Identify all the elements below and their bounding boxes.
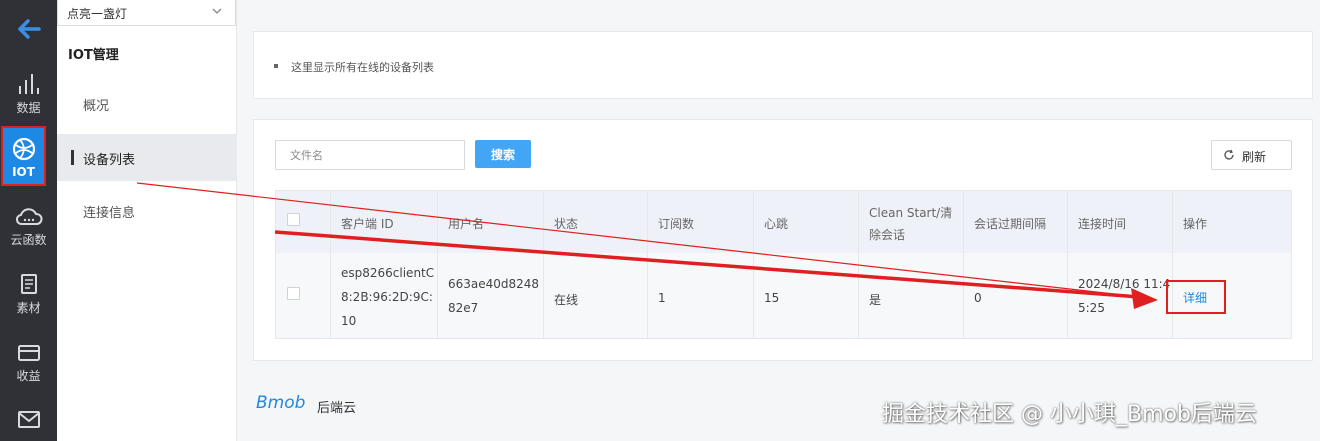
- heartbeat-value: 15: [764, 291, 780, 305]
- client-id-line: 10: [341, 314, 357, 328]
- username-line: 663ae40d8248: [448, 277, 540, 291]
- bmob-logo-subtitle: 后端云: [317, 401, 357, 416]
- header-label-line: 除会话: [869, 228, 906, 242]
- cloud-icon: [15, 208, 43, 225]
- device-table: 客户端 ID 用户名 状态 订阅数 心跳 Clean Start/清 除会话 会话…: [275, 190, 1292, 339]
- rail-item-revenue[interactable]: 收益: [0, 342, 57, 388]
- row-checkbox[interactable]: [287, 287, 300, 300]
- table-row: esp8266clientC 8:2B:96:2D:9C: 10 663ae40d8…: [276, 253, 1291, 338]
- username-value: 663ae40d8248 82e7: [448, 272, 539, 320]
- cell-connect-time: 2024/8/16 11:4 5:25: [1067, 253, 1172, 338]
- connect-time-line: 5:25: [1078, 301, 1105, 315]
- header-label: 操作: [1183, 217, 1208, 231]
- app-selector[interactable]: 点亮一盏灯: [57, 0, 236, 26]
- refresh-button[interactable]: 刷新: [1211, 140, 1292, 170]
- rail-item-data[interactable]: 数据: [0, 72, 57, 118]
- header-label-line: Clean Start/清: [869, 206, 953, 220]
- header-label: 用户名: [448, 217, 485, 231]
- header-label: 会话过期间隔: [974, 217, 1047, 231]
- cell-heartbeat: 15: [753, 253, 858, 338]
- card-icon: [17, 345, 40, 361]
- session-expiry-value: 0: [974, 291, 982, 305]
- notice-text: 这里显示所有在线的设备列表: [291, 61, 434, 74]
- cell-username: 663ae40d8248 82e7: [437, 253, 543, 338]
- header-label: 订阅数: [658, 217, 695, 231]
- subnav-item-connection-info[interactable]: 连接信息: [57, 187, 237, 234]
- header-actions: 操作: [1172, 191, 1291, 253]
- header-select-cell: [276, 191, 330, 253]
- subnav-item-label: 连接信息: [83, 206, 136, 221]
- rail-item-mail[interactable]: [0, 410, 57, 436]
- rail-item-label: IOT: [12, 165, 35, 179]
- status-value: 在线: [554, 293, 579, 307]
- search-input[interactable]: [275, 140, 465, 170]
- mail-icon: [17, 411, 40, 428]
- client-id-line: 8:2B:96:2D:9C:: [341, 290, 433, 304]
- header-clean-start: Clean Start/清 除会话: [858, 191, 963, 253]
- header-label: 客户端 ID: [341, 217, 394, 231]
- chevron-down-icon: [212, 8, 222, 14]
- connect-time-line: 2024/8/16 11:4: [1078, 277, 1171, 291]
- client-id-value: esp8266clientC 8:2B:96:2D:9C: 10: [341, 261, 434, 333]
- rail-item-iot[interactable]: IOT: [1, 126, 46, 186]
- cell-client-id: esp8266clientC 8:2B:96:2D:9C: 10: [330, 253, 437, 338]
- subnav-item-label: 设备列表: [83, 153, 136, 168]
- rail-item-materials[interactable]: 素材: [0, 272, 57, 318]
- header-heartbeat: 心跳: [753, 191, 858, 253]
- cell-session-expiry: 0: [963, 253, 1067, 338]
- notice-box: 这里显示所有在线的设备列表: [253, 31, 1313, 99]
- cell-status: 在线: [543, 253, 647, 338]
- header-label: 状态: [554, 217, 579, 231]
- subnav-title: IOT管理: [68, 48, 119, 63]
- bmob-logo: Bmob: [256, 393, 306, 413]
- rail-item-label: 收益: [16, 369, 41, 383]
- cell-clean-start: 是: [858, 253, 963, 338]
- search-button[interactable]: 搜索: [475, 140, 531, 168]
- refresh-icon: [1224, 149, 1234, 160]
- icon-rail: 数据 IOT 云函数 素材 收益: [0, 0, 57, 441]
- subnav-item-label: 概况: [83, 99, 110, 114]
- header-username: 用户名: [437, 191, 543, 253]
- subnav-item-device-list[interactable]: 设备列表: [57, 134, 237, 181]
- select-all-checkbox[interactable]: [287, 213, 300, 226]
- app-selector-value: 点亮一盏灯: [67, 7, 128, 21]
- header-client-id: 客户端 ID: [330, 191, 437, 253]
- header-label: 连接时间: [1078, 217, 1127, 231]
- table-header: 客户端 ID 用户名 状态 订阅数 心跳 Clean Start/清 除会话 会话…: [276, 191, 1291, 253]
- globe-icon: [12, 137, 35, 161]
- refresh-label: 刷新: [1242, 150, 1267, 164]
- subscriptions-value: 1: [658, 291, 666, 305]
- bar-chart-icon: [18, 74, 39, 94]
- cell-subscriptions: 1: [647, 253, 753, 338]
- header-subscriptions: 订阅数: [647, 191, 753, 253]
- rail-item-cloud-functions[interactable]: 云函数: [0, 206, 57, 252]
- back-button[interactable]: [0, 18, 57, 50]
- clean-start-value: 是: [869, 293, 882, 307]
- username-line: 82e7: [448, 301, 479, 315]
- header-session-expiry: 会话过期间隔: [963, 191, 1067, 253]
- document-icon: [20, 274, 37, 294]
- active-indicator: [71, 150, 74, 165]
- back-arrow-icon: [17, 19, 41, 39]
- detail-link[interactable]: 详细: [1183, 289, 1207, 306]
- rail-item-label: 数据: [16, 101, 41, 115]
- header-label: Clean Start/清 除会话: [869, 202, 952, 246]
- subnav-item-overview[interactable]: 概况: [57, 80, 237, 127]
- header-label: 心跳: [764, 217, 789, 231]
- rail-item-label: 素材: [16, 301, 41, 315]
- header-connect-time: 连接时间: [1067, 191, 1172, 253]
- row-select-cell: [276, 253, 330, 338]
- rail-item-label: 云函数: [10, 233, 47, 247]
- connect-time-value: 2024/8/16 11:4 5:25: [1078, 272, 1170, 320]
- bullet-icon: [274, 64, 278, 68]
- header-status: 状态: [543, 191, 647, 253]
- watermark: 掘金技术社区 @ 小小琪_Bmob后端云: [882, 402, 1257, 427]
- client-id-line: esp8266clientC: [341, 266, 435, 280]
